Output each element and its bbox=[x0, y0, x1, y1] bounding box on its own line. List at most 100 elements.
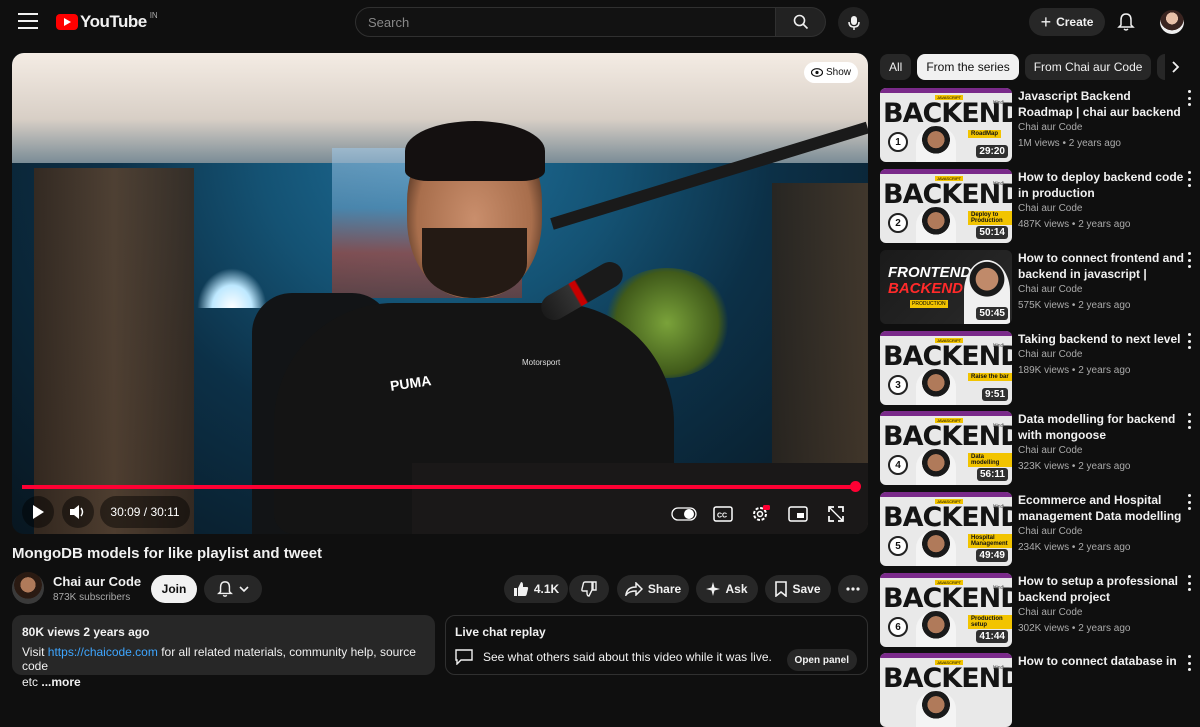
youtube-logo[interactable]: YouTube IN bbox=[56, 11, 158, 32]
thumbnail-person bbox=[916, 691, 956, 727]
time-display: 30:09 / 30:11 bbox=[100, 496, 190, 528]
show-button[interactable]: Show bbox=[803, 62, 858, 83]
more-vertical-icon[interactable] bbox=[1185, 413, 1193, 429]
more-vertical-icon[interactable] bbox=[1185, 333, 1193, 349]
thumbnail-language: Hindi bbox=[993, 343, 1005, 349]
chips-next-button[interactable] bbox=[1165, 54, 1187, 80]
thumbnail-person bbox=[916, 126, 956, 162]
chip-from-the-series[interactable]: From the series bbox=[917, 54, 1019, 80]
video-thumbnail[interactable]: JAVASCRIPT BACKEND Hindi 6 Production se… bbox=[880, 573, 1012, 647]
thumbnail-episode-number: 2 bbox=[888, 213, 908, 233]
time-text: 30:09 / 30:11 bbox=[110, 505, 180, 519]
recommendation-item[interactable]: FRONTEND BACKEND PRODUCTION 50:45 How to… bbox=[880, 250, 1200, 324]
show-label: Show bbox=[825, 67, 851, 78]
description-box[interactable]: 80K views 2 years ago Visit https://chai… bbox=[12, 615, 435, 689]
recommendation-title[interactable]: How to connect database in bbox=[1018, 653, 1184, 669]
recommendation-channel[interactable]: Chai aur Code bbox=[1018, 526, 1082, 537]
create-button[interactable]: + Create bbox=[1029, 8, 1105, 36]
fullscreen-button[interactable] bbox=[822, 500, 850, 528]
recommendation-meta: 487K views • 2 years ago bbox=[1018, 219, 1131, 230]
voice-search-button[interactable] bbox=[838, 7, 869, 38]
video-thumbnail[interactable]: FRONTEND BACKEND PRODUCTION 50:45 bbox=[880, 250, 1012, 324]
chat-icon bbox=[455, 649, 473, 665]
thumbnail-episode-number: 1 bbox=[888, 132, 908, 152]
play-button[interactable] bbox=[22, 496, 54, 528]
ask-button[interactable]: Ask bbox=[696, 575, 758, 603]
chip-from-chai-aur-code[interactable]: From Chai aur Code bbox=[1024, 54, 1152, 80]
dislike-button[interactable] bbox=[569, 575, 609, 603]
video-thumbnail[interactable]: JAVASCRIPT BACKEND Hindi 3 Raise the bar… bbox=[880, 331, 1012, 405]
create-label: Create bbox=[1056, 15, 1094, 29]
volume-button[interactable] bbox=[62, 496, 94, 528]
thumbnail-banner bbox=[880, 573, 1012, 578]
recommendation-channel[interactable]: Chai aur Code bbox=[1018, 349, 1082, 360]
recommendation-item[interactable]: JAVASCRIPT BACKEND Hindi 3 Raise the bar… bbox=[880, 331, 1200, 405]
open-panel-button[interactable]: Open panel bbox=[786, 649, 857, 671]
recommendation-item[interactable]: JAVASCRIPT BACKEND Hindi 4 Data modellin… bbox=[880, 411, 1200, 485]
recommendation-title[interactable]: Javascript Backend Roadmap | chai aur ba… bbox=[1018, 88, 1184, 120]
recommendation-item[interactable]: JAVASCRIPT BACKEND Hindi 5 Hospital Mana… bbox=[880, 492, 1200, 566]
recommendation-item[interactable]: JAVASCRIPT BACKEND Hindi How to connect … bbox=[880, 653, 1200, 727]
recommendation-channel[interactable]: Chai aur Code bbox=[1018, 203, 1082, 214]
more-vertical-icon[interactable] bbox=[1185, 494, 1193, 510]
save-button[interactable]: Save bbox=[765, 575, 831, 603]
scene-bmw-logo: Motorsport bbox=[522, 358, 561, 367]
video-thumbnail[interactable]: JAVASCRIPT BACKEND Hindi 1 RoadMap 29:20 bbox=[880, 88, 1012, 162]
recommendation-meta: 1M views • 2 years ago bbox=[1018, 138, 1121, 149]
miniplayer-button[interactable] bbox=[784, 500, 812, 528]
video-thumbnail[interactable]: JAVASCRIPT BACKEND Hindi 2 Deploy to Pro… bbox=[880, 169, 1012, 243]
recommendation-channel[interactable]: Chai aur Code bbox=[1018, 445, 1082, 456]
recommendation-meta: 189K views • 2 years ago bbox=[1018, 365, 1131, 376]
fullscreen-icon bbox=[828, 506, 844, 522]
channel-name[interactable]: Chai aur Code bbox=[53, 574, 141, 589]
video-thumbnail[interactable]: JAVASCRIPT BACKEND Hindi 4 Data modellin… bbox=[880, 411, 1012, 485]
filter-chips: All From the series From Chai aur Code .… bbox=[880, 54, 1186, 80]
video-duration: 49:49 bbox=[976, 549, 1008, 562]
description-etc: etc bbox=[22, 675, 39, 689]
more-vertical-icon[interactable] bbox=[1185, 575, 1193, 591]
notifications-button[interactable] bbox=[1117, 12, 1135, 37]
description-more-row: etc ...more bbox=[22, 675, 425, 689]
autoplay-toggle[interactable] bbox=[670, 500, 698, 528]
join-button[interactable]: Join bbox=[151, 575, 197, 603]
video-player[interactable]: PUMA Motorsport Show 30:09 / 30:11 CC bbox=[12, 53, 868, 534]
recommendation-item[interactable]: JAVASCRIPT BACKEND Hindi 6 Production se… bbox=[880, 573, 1200, 647]
subscription-bell-button[interactable] bbox=[204, 575, 262, 603]
recommendation-title[interactable]: Ecommerce and Hospital management Data m… bbox=[1018, 492, 1184, 524]
chip-all[interactable]: All bbox=[880, 54, 912, 80]
progress-bar[interactable] bbox=[22, 481, 862, 492]
recommendation-title[interactable]: How to deploy backend code in production bbox=[1018, 169, 1184, 201]
recommendation-item[interactable]: JAVASCRIPT BACKEND Hindi 1 RoadMap 29:20… bbox=[880, 88, 1200, 162]
recommendation-title[interactable]: How to setup a professional backend proj… bbox=[1018, 573, 1184, 605]
recommendation-title[interactable]: Data modelling for backend with mongoose bbox=[1018, 411, 1184, 443]
more-vertical-icon[interactable] bbox=[1185, 171, 1193, 187]
recommendation-title[interactable]: How to connect frontend and backend in j… bbox=[1018, 250, 1184, 282]
more-vertical-icon[interactable] bbox=[1185, 655, 1193, 671]
share-button[interactable]: Share bbox=[617, 575, 689, 603]
description-link[interactable]: https://chaicode.com bbox=[48, 645, 158, 659]
recommendation-channel[interactable]: Chai aur Code bbox=[1018, 122, 1082, 133]
channel-avatar[interactable] bbox=[12, 572, 44, 604]
thumbnail-language: Hindi bbox=[993, 423, 1005, 429]
search-button[interactable] bbox=[776, 7, 826, 37]
chevron-right-icon bbox=[1172, 61, 1180, 73]
play-icon bbox=[33, 505, 44, 519]
account-avatar[interactable] bbox=[1160, 10, 1184, 34]
progress-fill bbox=[22, 485, 857, 489]
recommendation-channel[interactable]: Chai aur Code bbox=[1018, 607, 1082, 618]
menu-icon[interactable] bbox=[18, 13, 38, 29]
progress-scrubber[interactable] bbox=[850, 481, 862, 492]
more-link[interactable]: ...more bbox=[41, 675, 80, 689]
search-input[interactable] bbox=[355, 7, 776, 37]
more-vertical-icon[interactable] bbox=[1185, 252, 1193, 268]
captions-button[interactable]: CC bbox=[709, 500, 737, 528]
settings-button[interactable] bbox=[746, 500, 774, 528]
more-actions-button[interactable] bbox=[838, 575, 868, 603]
recommendation-channel[interactable]: Chai aur Code bbox=[1018, 284, 1082, 295]
recommendation-item[interactable]: JAVASCRIPT BACKEND Hindi 2 Deploy to Pro… bbox=[880, 169, 1200, 243]
video-thumbnail[interactable]: JAVASCRIPT BACKEND Hindi 5 Hospital Mana… bbox=[880, 492, 1012, 566]
video-thumbnail[interactable]: JAVASCRIPT BACKEND Hindi bbox=[880, 653, 1012, 727]
recommendation-title[interactable]: Taking backend to next level bbox=[1018, 331, 1184, 347]
more-vertical-icon[interactable] bbox=[1185, 90, 1193, 106]
like-button[interactable]: 4.1K bbox=[504, 575, 568, 603]
